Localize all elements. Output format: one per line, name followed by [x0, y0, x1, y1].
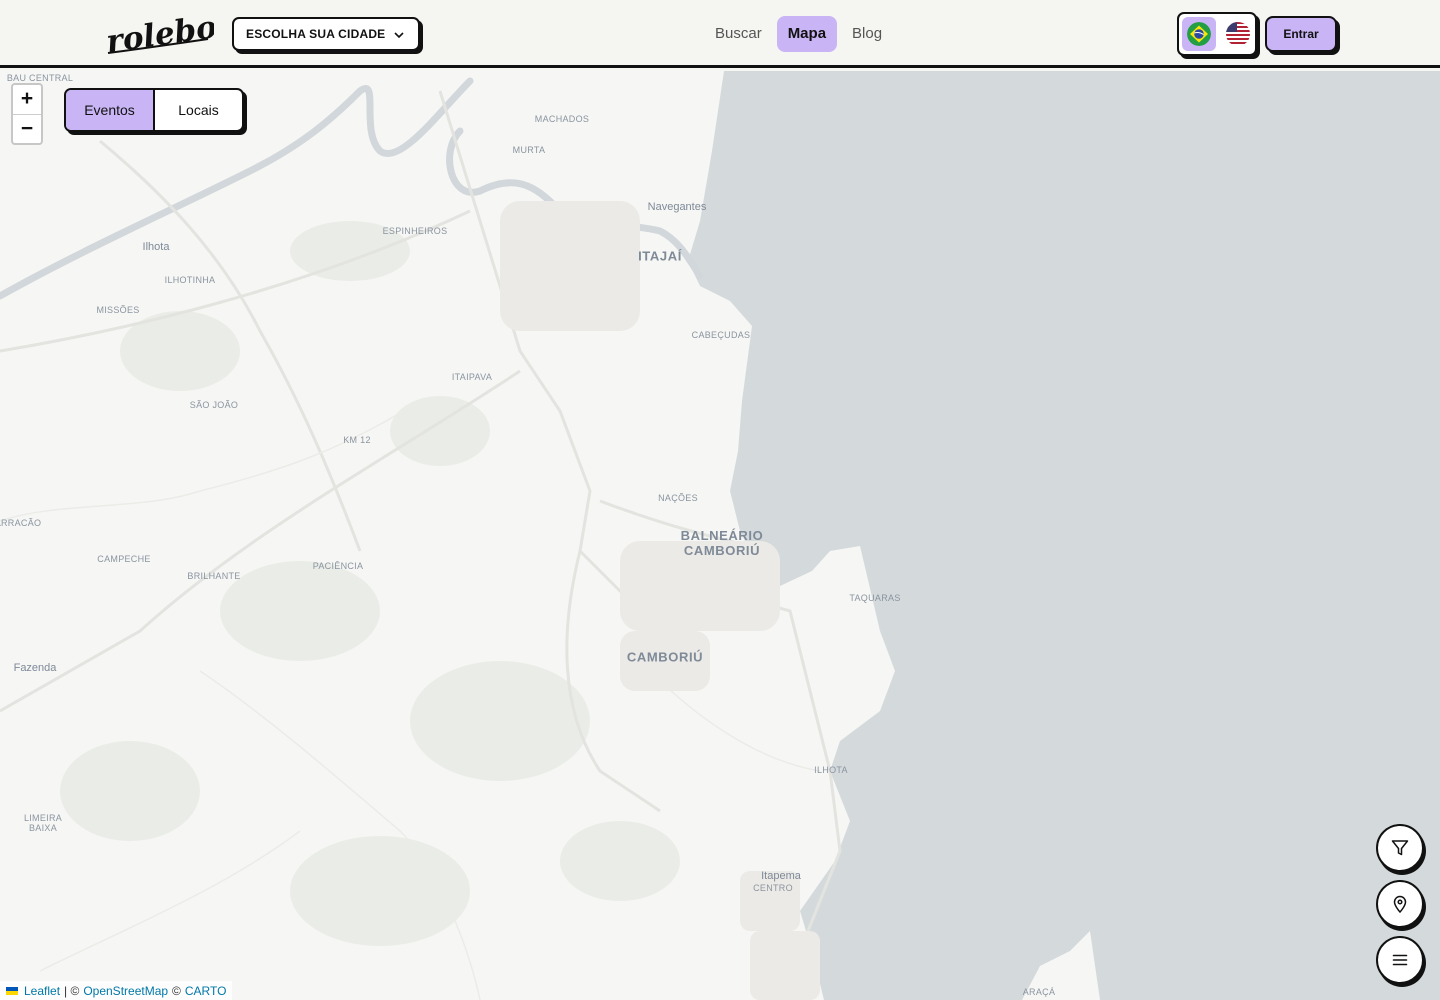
map-label: CAMBORIÚ	[626, 649, 704, 665]
ukraine-flag-icon	[6, 986, 18, 995]
zoom-control: + −	[11, 83, 43, 145]
map-label: Itapema	[761, 870, 801, 882]
zoom-in-button[interactable]: +	[13, 85, 41, 114]
nav-buscar[interactable]: Buscar	[704, 16, 773, 52]
language-pt-br-button[interactable]	[1182, 17, 1216, 51]
leaflet-link[interactable]: Leaflet	[24, 984, 60, 998]
login-button[interactable]: Entrar	[1265, 16, 1337, 52]
logo-wordmark: rolebom	[104, 9, 214, 59]
menu-button[interactable]	[1376, 936, 1424, 984]
map-label: TAQUARAS	[849, 593, 901, 603]
map-label: Fazenda	[13, 662, 57, 674]
map-container[interactable]: BAU CENTRAL MACHADOS MURTA Navegantes IT…	[0, 71, 1440, 1000]
map-label: BAU CENTRAL	[6, 73, 74, 83]
nav-mapa[interactable]: Mapa	[776, 16, 838, 52]
city-select-label: ESCOLHA SUA CIDADE	[246, 27, 386, 41]
top-header: rolebom ESCOLHA SUA CIDADE Buscar Mapa B…	[0, 0, 1440, 68]
map-label: Ilhota	[142, 241, 170, 253]
usa-flag-icon	[1226, 22, 1251, 46]
brazil-flag-icon	[1186, 22, 1211, 46]
map-label: CABEÇUDAS	[691, 330, 751, 340]
filter-button[interactable]	[1376, 824, 1424, 872]
map-label: MURTA	[512, 145, 546, 155]
attribution-separator: | ©	[64, 983, 80, 998]
map-pin-icon	[1393, 895, 1407, 914]
map-label: ARAÇÁ	[1022, 987, 1056, 997]
chevron-down-icon	[394, 32, 404, 39]
map-attribution: Leaflet | © OpenStreetMap © CARTO	[0, 981, 233, 1000]
map-label: KM 12	[343, 435, 371, 445]
map-label: BRILHANTE	[187, 571, 241, 581]
map-label: CENTRO	[753, 883, 793, 893]
language-switcher	[1177, 12, 1257, 56]
carto-link[interactable]: CARTO	[185, 984, 227, 998]
map-label: BALNEÁRIO CAMBORIÚ	[680, 528, 764, 558]
map-label: Navegantes	[647, 201, 707, 213]
map-label: MISSÕES	[96, 305, 140, 315]
language-en-us-button[interactable]	[1222, 17, 1256, 51]
openstreetmap-link[interactable]: OpenStreetMap	[83, 984, 168, 998]
map-label: ILHOTA	[814, 765, 848, 775]
toggle-eventos[interactable]: Eventos	[66, 90, 155, 130]
zoom-out-button[interactable]: −	[13, 114, 41, 143]
rolebom-logo[interactable]: rolebom	[104, 9, 214, 59]
map-label: NAÇÕES	[658, 493, 698, 503]
map-label: PACIÊNCIA	[312, 561, 364, 571]
main-nav: Buscar Mapa Blog	[704, 16, 893, 52]
map-label: ITAJAÍ	[638, 248, 682, 264]
map-label: ITAIPAVA	[451, 372, 493, 382]
city-select[interactable]: ESCOLHA SUA CIDADE	[232, 17, 420, 51]
map-label: LIMEIRA BAIXA	[23, 813, 63, 833]
view-toggle: Eventos Locais	[64, 88, 244, 132]
map-label: ESPINHEIROS	[382, 226, 448, 236]
map-label: ARRACÃO	[0, 518, 42, 528]
attribution-copyright: ©	[172, 983, 181, 998]
map-label: MACHADOS	[534, 114, 590, 124]
nav-blog[interactable]: Blog	[841, 16, 893, 52]
map-label: CAMPECHE	[97, 554, 151, 564]
filter-icon	[1391, 840, 1409, 856]
map-label: SÃO JOÃO	[189, 400, 239, 410]
location-button[interactable]	[1376, 880, 1424, 928]
menu-icon	[1392, 954, 1408, 966]
toggle-locais[interactable]: Locais	[155, 90, 242, 130]
map-label: ILHOTINHA	[164, 275, 216, 285]
